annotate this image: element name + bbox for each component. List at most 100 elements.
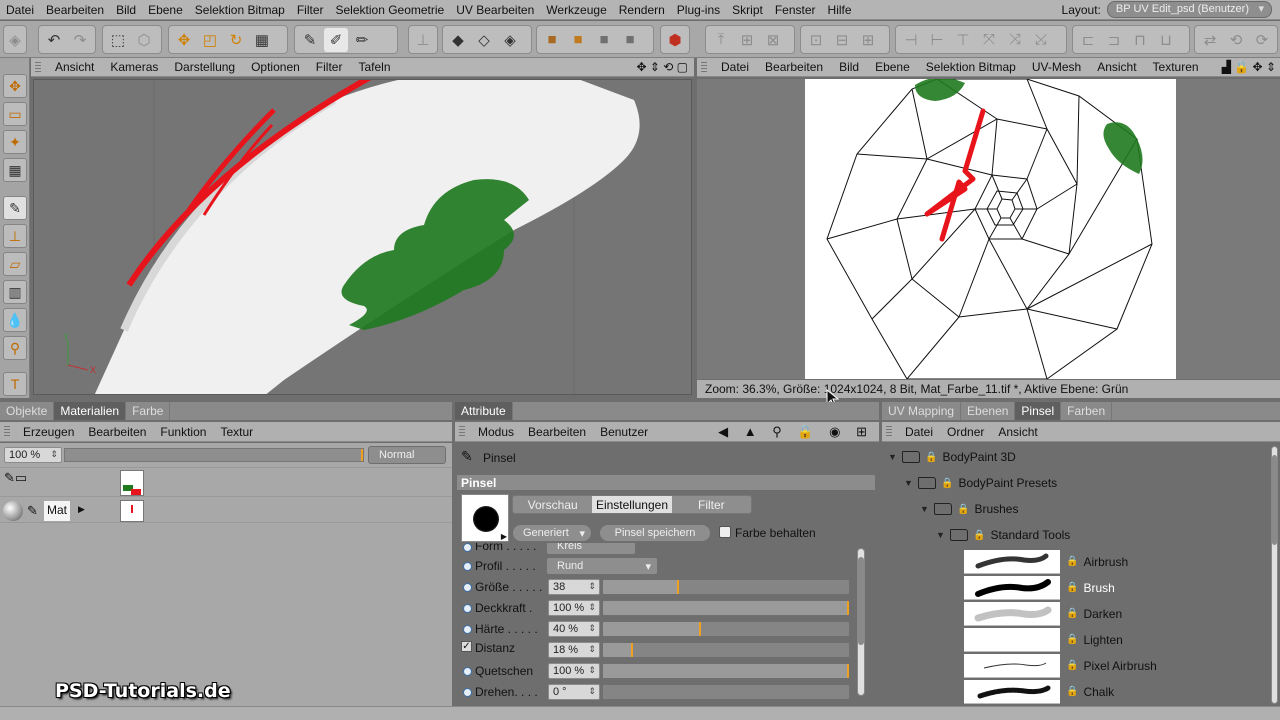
caret-down-icon[interactable]: ▼ — [904, 478, 914, 488]
menu-bild[interactable]: Bild — [110, 3, 142, 17]
haerte-field[interactable]: 40 % — [548, 621, 600, 637]
presets-menu-ansicht[interactable]: Ansicht — [991, 425, 1044, 439]
move-tool-icon[interactable]: ✥ — [3, 74, 27, 98]
menu-bearbeiten[interactable]: Bearbeiten — [40, 3, 110, 17]
slider-knob[interactable] — [699, 622, 702, 636]
tab-attribute[interactable]: Attribute — [455, 402, 513, 420]
texture-mode-icon[interactable]: ■ — [592, 28, 616, 52]
rotate-icon[interactable]: ↻ — [224, 28, 248, 52]
rect-select-icon[interactable]: ▭ — [3, 102, 27, 126]
viewport-menu-optionen[interactable]: Optionen — [243, 60, 308, 74]
workplane-mode-icon[interactable]: ■ — [618, 28, 642, 52]
tab-pinsel[interactable]: Pinsel — [1015, 402, 1062, 420]
tree-item-standard-tools[interactable]: ▼ 🔒 Standard Tools — [936, 523, 1070, 547]
distanz-field[interactable]: 18 % — [548, 642, 600, 658]
tab-uv-mapping[interactable]: UV Mapping — [882, 402, 962, 420]
brush-preset-darken[interactable]: 🔒 Darken — [964, 601, 1122, 626]
deckkraft-slider[interactable] — [602, 600, 850, 616]
uv-menu-ansicht[interactable]: Ansicht — [1089, 60, 1144, 74]
rotate-uv-icon[interactable]: ⟲ — [1224, 28, 1248, 52]
distanz-slider[interactable] — [602, 642, 850, 658]
menu-fenster[interactable]: Fenster — [769, 3, 822, 17]
uv-menu-bild[interactable]: Bild — [831, 60, 867, 74]
uv-menu-datei[interactable]: Datei — [713, 60, 757, 74]
uv-tool-1-icon[interactable]: ⤒ — [709, 28, 733, 52]
distribute-1-icon[interactable]: ⊏ — [1076, 28, 1100, 52]
3d-paint-icon[interactable]: ✐ — [324, 27, 348, 52]
checker-icon[interactable]: ▦ — [250, 28, 274, 52]
attr-menu-bearbeiten[interactable]: Bearbeiten — [521, 425, 593, 439]
drehen-field[interactable]: 0 ° — [548, 684, 600, 700]
profil-radio[interactable] — [463, 562, 472, 571]
slider-knob[interactable] — [677, 580, 680, 594]
brush-preset-lighten[interactable]: 🔒 Lighten — [964, 627, 1123, 652]
opacity-slider-knob[interactable] — [361, 449, 363, 461]
projection-paint-icon[interactable]: ✏ — [350, 28, 374, 52]
align-6-icon[interactable]: ⤩ — [1029, 28, 1053, 52]
align-2-icon[interactable]: ⊢ — [925, 28, 949, 52]
material-name[interactable]: Mat — [44, 501, 70, 521]
menu-filter[interactable]: Filter — [291, 3, 330, 17]
menu-selektion-geometrie[interactable]: Selektion Geometrie — [330, 3, 451, 17]
groesse-radio[interactable] — [463, 583, 472, 592]
attr-menu-modus[interactable]: Modus — [471, 425, 521, 439]
align-3-icon[interactable]: ⊤ — [951, 28, 975, 52]
drehen-radio[interactable] — [463, 688, 472, 697]
opacity-slider[interactable] — [64, 448, 364, 462]
viewport-menu-ansicht[interactable]: Ansicht — [47, 60, 102, 74]
presets-scroll-thumb[interactable] — [1272, 455, 1277, 545]
menu-plug-ins[interactable]: Plug-ins — [671, 3, 726, 17]
align-5-icon[interactable]: ⤨ — [1003, 28, 1027, 52]
subtab-einstellungen[interactable]: Einstellungen — [592, 496, 672, 513]
object-mode-icon[interactable]: ■ — [566, 28, 590, 52]
scale-icon[interactable]: ◰ — [198, 28, 222, 52]
caret-down-icon[interactable]: ▼ — [888, 452, 898, 462]
distribute-2-icon[interactable]: ⊐ — [1102, 28, 1126, 52]
groesse-slider[interactable] — [602, 579, 850, 595]
haerte-slider[interactable] — [602, 621, 850, 637]
attr-nav-icons[interactable]: ◀ ▲ ⚲ 🔒 ◉ ⊞ — [718, 424, 879, 440]
caret-down-icon[interactable]: ▼ — [920, 504, 930, 514]
viewport-menu-darstellung[interactable]: Darstellung — [166, 60, 243, 74]
caret-down-icon[interactable]: ▼ — [936, 530, 946, 540]
form-dropdown[interactable]: Kreis — [546, 543, 636, 555]
layout-dropdown[interactable]: BP UV Edit_psd (Benutzer) — [1106, 1, 1272, 18]
uv-menu-uv-mesh[interactable]: UV-Mesh — [1024, 60, 1089, 74]
quetschen-slider[interactable] — [602, 663, 850, 679]
distribute-3-icon[interactable]: ⊓ — [1128, 28, 1152, 52]
distanz-checkbox[interactable]: ✓ — [461, 641, 472, 652]
attributes-scrollbar[interactable] — [857, 548, 865, 696]
tree-item-brushes[interactable]: ▼ 🔒 Brushes — [920, 497, 1018, 521]
uv-canvas[interactable] — [697, 79, 1280, 379]
uv-tool-2-icon[interactable]: ⊞ — [735, 28, 759, 52]
menu-uv-bearbeiten[interactable]: UV Bearbeiten — [450, 3, 540, 17]
3d-viewport[interactable]: Y X — [33, 79, 692, 395]
slider-knob[interactable] — [847, 601, 849, 615]
uv-edges-icon[interactable]: ◈ — [498, 28, 522, 52]
keep-color-checkbox[interactable] — [719, 526, 731, 538]
presets-menu-datei[interactable]: Datei — [898, 425, 940, 439]
relax-uv-icon[interactable]: ⟳ — [1250, 28, 1274, 52]
distribute-4-icon[interactable]: ⊔ — [1154, 28, 1178, 52]
blend-mode-dropdown[interactable]: Normal — [368, 446, 446, 464]
brush-preset-pixel-airbrush[interactable]: 🔒 Pixel Airbrush — [964, 653, 1157, 678]
tab-ebenen[interactable]: Ebenen — [961, 402, 1016, 420]
save-brush-button[interactable]: Pinsel speichern — [599, 524, 711, 542]
layer-row[interactable]: ✎▭ — [0, 467, 452, 497]
preview-menu-arrow-icon[interactable]: ▶ — [501, 532, 507, 541]
menu-selektion-bitmap[interactable]: Selektion Bitmap — [189, 3, 291, 17]
live-selection-icon[interactable]: ⬚ — [106, 28, 130, 52]
axis-icon[interactable]: ⊥ — [412, 28, 434, 52]
materials-menu-textur[interactable]: Textur — [213, 425, 260, 439]
menu-datei[interactable]: Datei — [0, 3, 40, 17]
deckkraft-field[interactable]: 100 % — [548, 600, 600, 616]
uv-tool-5-icon[interactable]: ⊟ — [830, 28, 854, 52]
tab-materialien[interactable]: Materialien — [54, 402, 127, 420]
uv-menu-selektion-bitmap[interactable]: Selektion Bitmap — [918, 60, 1024, 74]
presets-scrollbar[interactable] — [1271, 446, 1278, 704]
uv-tool-4-icon[interactable]: ⊡ — [804, 28, 828, 52]
attributes-scroll-thumb[interactable] — [858, 557, 864, 645]
haerte-radio[interactable] — [463, 625, 472, 634]
materials-menu-funktion[interactable]: Funktion — [153, 425, 213, 439]
subtab-filter[interactable]: Filter — [671, 496, 751, 513]
